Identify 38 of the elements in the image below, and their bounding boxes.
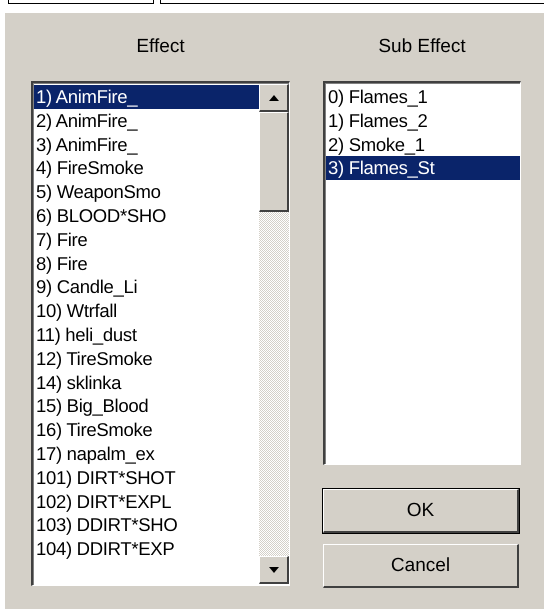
input-field[interactable] <box>160 0 544 4</box>
list-item[interactable]: 5) WeaponSmo <box>34 180 259 204</box>
sub-effect-listbox[interactable]: 0) Flames_1 1) Flames_2 2) Smoke_1 3) Flames_St <box>323 81 521 465</box>
list-item[interactable]: 7) Fire <box>34 228 259 252</box>
list-item[interactable]: 1) AnimFire_ <box>34 85 259 109</box>
list-item[interactable]: 0) Flames_1 <box>326 85 520 109</box>
list-item[interactable]: 15) Big_Blood <box>34 394 259 418</box>
list-item[interactable]: 2) AnimFire_ <box>34 108 259 133</box>
list-item[interactable]: 6) BLOOD*SHO <box>34 204 259 228</box>
effect-listbox[interactable] <box>31 81 290 586</box>
list-item[interactable]: 11) heli_dust <box>34 322 259 347</box>
list-item[interactable]: 104) DDIRT*EXP <box>34 537 259 561</box>
list-item[interactable]: 2) Smoke_1 <box>326 132 520 156</box>
sub-effect-label: Sub Effect <box>377 36 467 59</box>
list-item[interactable]: 12) TireSmoke <box>34 346 259 371</box>
ok-button[interactable]: OK <box>323 489 519 533</box>
list-item[interactable]: 3) AnimFire_ <box>34 132 259 156</box>
scrollbar[interactable] <box>259 83 289 585</box>
list-item[interactable]: 9) Candle_Li <box>34 275 259 300</box>
list-item[interactable]: 1) Flames_2 <box>326 108 520 133</box>
list-item[interactable]: 101) DIRT*SHOT <box>34 466 259 490</box>
down-arrow-icon <box>268 566 278 572</box>
cancel-button[interactable]: Cancel <box>323 544 519 588</box>
list-item[interactable]: 17) napalm_ex <box>34 442 259 466</box>
effect-label: Effect <box>135 36 186 59</box>
list-item[interactable]: 14) sklinka <box>34 370 259 394</box>
list-item[interactable]: 8) Fire <box>34 252 259 276</box>
list-item[interactable]: 102) DIRT*EXPL <box>34 490 259 514</box>
input-field[interactable] <box>8 0 154 4</box>
list-item[interactable]: 103) DDIRT*SHO <box>34 513 259 538</box>
list-item[interactable]: 10) Wtrfall <box>34 299 259 323</box>
scroll-up-button[interactable] <box>259 84 289 112</box>
list-item[interactable]: 16) TireSmoke <box>34 418 259 442</box>
list-item[interactable]: 3) Flames_St <box>326 156 520 180</box>
up-arrow-icon <box>268 94 278 100</box>
scroll-down-button[interactable] <box>259 556 289 584</box>
scroll-thumb[interactable] <box>259 112 289 212</box>
list-item[interactable]: 4) FireSmoke <box>34 156 259 180</box>
